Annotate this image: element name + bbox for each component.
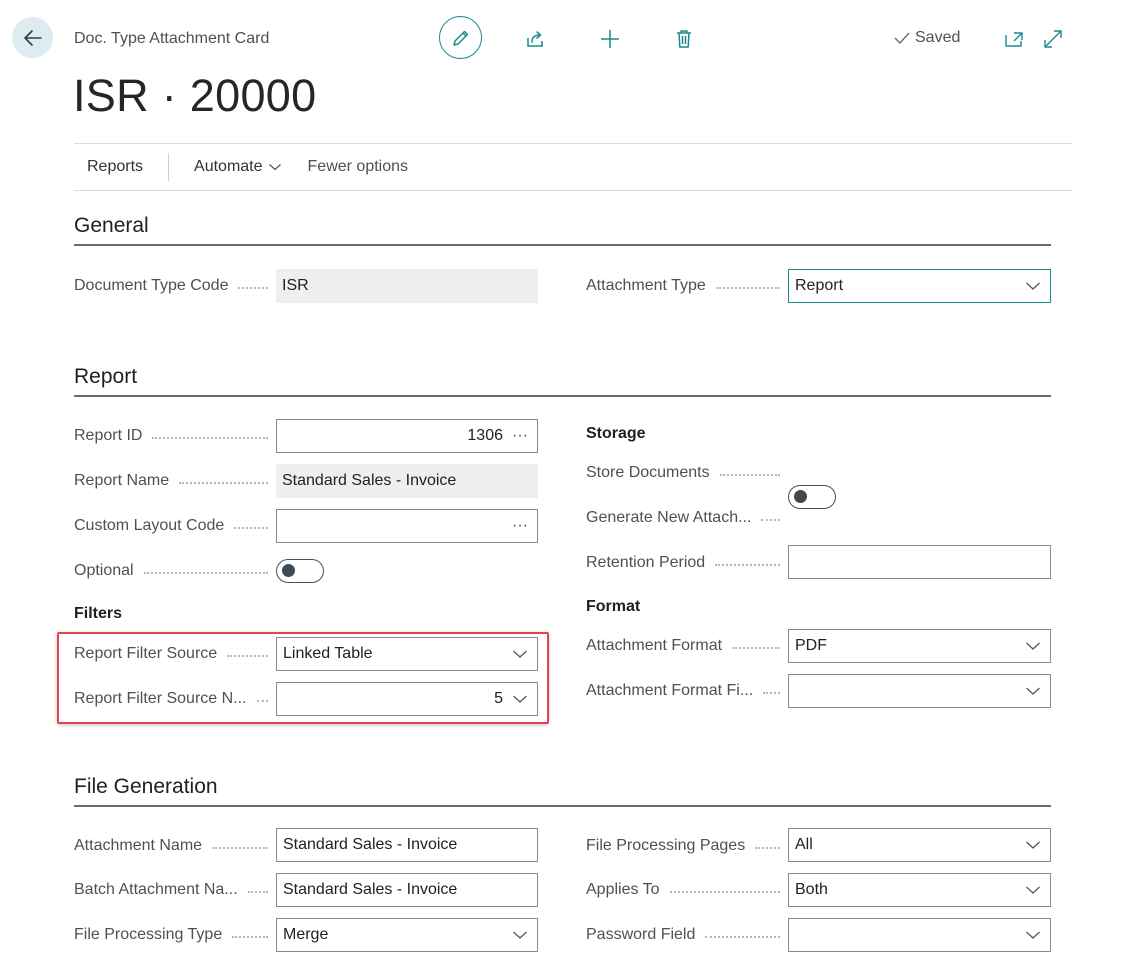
arrow-left-icon [23, 29, 42, 46]
file-processing-pages-dropdown[interactable]: All [788, 828, 1051, 862]
ellipsis-icon[interactable]: ··· [509, 427, 531, 445]
report-id-field[interactable]: 1306 ··· [276, 419, 538, 453]
open-new-window-button[interactable] [1002, 27, 1026, 51]
edit-button[interactable] [439, 16, 482, 59]
password-field-label: Password Field [586, 918, 788, 952]
divider [74, 190, 1072, 191]
document-type-code-field: ISR [276, 269, 538, 303]
chevron-down-icon [1026, 841, 1040, 849]
file-processing-pages-label: File Processing Pages [586, 829, 788, 863]
report-id-label: Report ID [74, 419, 276, 453]
store-documents-toggle[interactable] [788, 485, 836, 509]
report-filter-source-label: Report Filter Source [74, 637, 276, 671]
chevron-down-icon [513, 931, 527, 939]
storage-title: Storage [586, 425, 646, 442]
report-filter-source-no-label: Report Filter Source N... [74, 682, 276, 716]
saved-label: Saved [915, 29, 961, 46]
expand-icon [1044, 30, 1062, 48]
new-button[interactable] [597, 26, 623, 52]
plus-icon [601, 30, 619, 48]
section-divider [74, 395, 1051, 397]
chevron-down-icon [513, 650, 527, 658]
custom-layout-code-label: Custom Layout Code [74, 509, 276, 543]
file-processing-type-label: File Processing Type [74, 918, 276, 952]
attachment-format-fi-dropdown[interactable] [788, 674, 1051, 708]
toggle-knob [794, 490, 807, 503]
chevron-down-icon [1026, 931, 1040, 939]
batch-attachment-name-field[interactable]: Standard Sales - Invoice [276, 873, 538, 907]
toggle-knob [282, 564, 295, 577]
saved-status: Saved [893, 29, 960, 47]
applies-to-dropdown[interactable]: Both [788, 873, 1051, 907]
section-file-generation-title[interactable]: File Generation [74, 775, 218, 799]
open-new-window-icon [1005, 32, 1023, 47]
section-divider [74, 244, 1051, 246]
report-name-label: Report Name [74, 464, 276, 498]
action-separator [168, 153, 170, 181]
attachment-name-label: Attachment Name [74, 829, 276, 863]
attachment-type-label: Attachment Type [586, 269, 788, 303]
trash-icon [677, 30, 691, 48]
retention-period-label: Retention Period [586, 546, 788, 580]
format-title: Format [586, 598, 641, 615]
store-documents-label: Store Documents [586, 456, 788, 490]
report-name-field: Standard Sales - Invoice [276, 464, 538, 498]
back-button[interactable] [12, 17, 53, 58]
file-processing-type-dropdown[interactable]: Merge [276, 918, 538, 952]
retention-period-field[interactable] [788, 545, 1051, 579]
attachment-format-label: Attachment Format [586, 629, 788, 663]
attachment-format-fi-label: Attachment Format Fi... [586, 674, 788, 708]
optional-toggle[interactable] [276, 559, 324, 583]
applies-to-label: Applies To [586, 873, 788, 907]
attachment-type-dropdown[interactable]: Report [788, 269, 1051, 303]
share-button[interactable] [522, 26, 548, 52]
chevron-down-icon [1026, 642, 1040, 650]
chevron-down-icon [268, 164, 281, 171]
action-automate[interactable]: Automate [181, 144, 294, 190]
checkmark-icon [894, 32, 910, 45]
expand-button[interactable] [1041, 27, 1065, 51]
action-fewer-options[interactable]: Fewer options [295, 144, 422, 190]
section-general-title[interactable]: General [74, 214, 149, 238]
generate-new-attach-label: Generate New Attach... [586, 501, 788, 535]
section-divider [74, 805, 1051, 807]
section-report-title[interactable]: Report [74, 365, 137, 389]
document-type-code-label: Document Type Code [74, 269, 276, 303]
ellipsis-icon[interactable]: ··· [509, 517, 531, 535]
chevron-down-icon [1026, 687, 1040, 695]
breadcrumb: Doc. Type Attachment Card [74, 30, 270, 47]
report-filter-source-no-dropdown[interactable]: 5 [276, 682, 538, 716]
action-bar: Reports Automate Fewer options [74, 144, 1072, 190]
action-reports-label: Reports [87, 158, 144, 175]
share-icon [527, 31, 543, 47]
attachment-format-dropdown[interactable]: PDF [788, 629, 1051, 663]
report-filter-source-dropdown[interactable]: Linked Table [276, 637, 538, 671]
chevron-down-icon [1026, 282, 1040, 290]
pencil-icon [452, 30, 468, 46]
delete-button[interactable] [671, 26, 697, 52]
optional-label: Optional [74, 554, 276, 588]
action-reports[interactable]: Reports [74, 144, 156, 190]
filters-title: Filters [74, 605, 123, 622]
chevron-down-icon [513, 695, 527, 703]
batch-attachment-name-label: Batch Attachment Na... [74, 873, 276, 907]
action-fewer-options-label: Fewer options [307, 158, 409, 175]
custom-layout-code-field[interactable]: ··· [276, 509, 538, 543]
action-automate-label: Automate [194, 158, 263, 175]
chevron-down-icon [1026, 886, 1040, 894]
password-field-dropdown[interactable] [788, 918, 1051, 952]
page-title: ISR · 20000 [73, 70, 317, 121]
attachment-name-field[interactable]: Standard Sales - Invoice [276, 828, 538, 862]
